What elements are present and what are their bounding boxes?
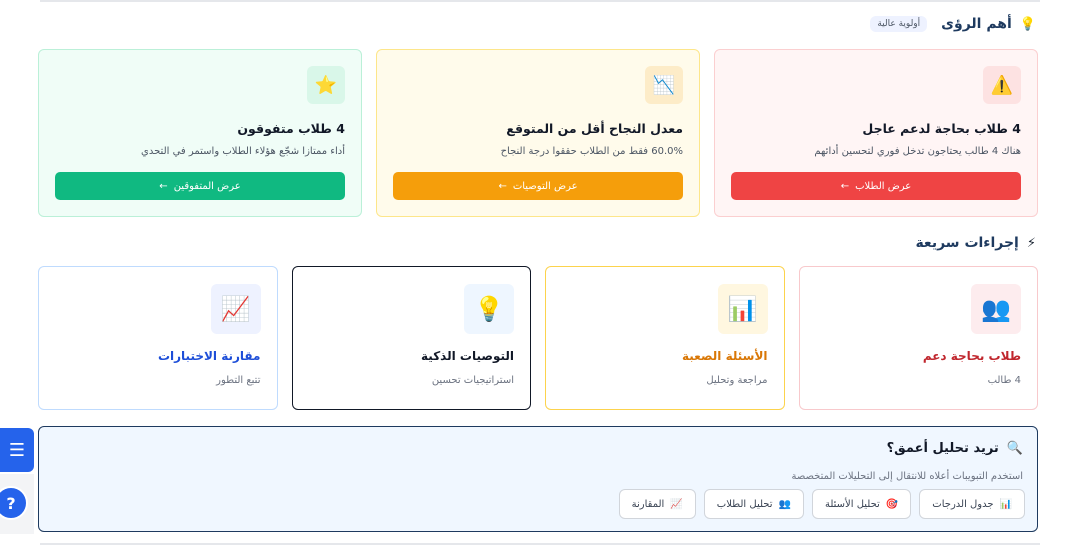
target-icon: 🎯 [885, 498, 899, 510]
menu-toggle-button[interactable]: ☰ [0, 428, 34, 472]
quick-action-hard-questions[interactable]: 📊 الأسئلة الصعبة مراجعة وتحليل [545, 266, 785, 410]
insights-grid: ⚠️ 4 طلاب بحاجة لدعم عاجل هناك 4 طالب يح… [38, 49, 1038, 217]
grades-table-button[interactable]: 📊 جدول الدرجات [919, 489, 1025, 519]
insight-title: معدل النجاح أقل من المتوقع [506, 121, 683, 136]
insight-title: 4 طلاب متفوقون [237, 121, 345, 136]
insight-desc: أداء ممتازا شجّع هؤلاء الطلاب واستمر في … [141, 146, 345, 157]
users-icon: 👥 [971, 284, 1021, 334]
questions-analysis-button[interactable]: 🎯 تحليل الأسئلة [811, 489, 912, 519]
quick-action-title: الأسئلة الصعبة [682, 349, 768, 363]
deeper-analysis-buttons: 📊 جدول الدرجات 🎯 تحليل الأسئلة 👥 تحليل ا… [618, 489, 1025, 519]
quick-action-sub: استراتيجيات تحسين [431, 375, 514, 386]
arrow-left-icon: ← [498, 180, 507, 192]
button-label: تحليل الأسئلة [824, 498, 880, 510]
lightning-icon: ⚡ [1026, 235, 1036, 251]
quick-action-students-support[interactable]: 👥 طلاب بحاجة دعم 4 طالب [798, 266, 1038, 410]
insight-desc: 60.0% فقط من الطلاب حققوا درجة النجاح [500, 146, 683, 157]
magnifier-icon: 🔍 [1006, 441, 1023, 456]
bottom-divider [40, 543, 1040, 545]
deeper-analysis-desc: استخدم التبويبات أعلاه للانتقال إلى التح… [791, 471, 1023, 482]
deeper-analysis-title: تريد تحليل أعمق؟ [886, 441, 999, 456]
quick-actions-title: إجراءات سريعة [915, 235, 1019, 251]
bar-chart-icon: 📊 [999, 498, 1012, 510]
quick-action-compare-tests[interactable]: 📈 مقارنة الاختبارات تتبع التطور [38, 266, 278, 410]
deeper-analysis-panel: 🔍 تريد تحليل أعمق؟ استخدم التبويبات أعلا… [38, 426, 1038, 532]
warning-icon: ⚠️ [983, 66, 1021, 104]
lightbulb-icon: 💡 [1019, 16, 1036, 32]
line-chart-icon: 📈 [670, 498, 683, 510]
top-divider [40, 0, 1040, 2]
arrow-left-icon: ← [840, 180, 850, 192]
question-icon: ? [6, 493, 16, 513]
button-label: المقارنة [631, 498, 665, 510]
users-icon: 👥 [778, 498, 791, 510]
quick-action-sub: مراجعة وتحليل [706, 375, 768, 386]
students-analysis-button[interactable]: 👥 تحليل الطلاب [703, 489, 804, 519]
quick-action-title: التوصيات الذكية [421, 349, 514, 363]
quick-action-title: مقارنة الاختبارات [157, 349, 261, 363]
insight-desc: هناك 4 طالب يحتاجون تدخل فوري لتحسين أدا… [814, 146, 1021, 157]
deeper-analysis-header: 🔍 تريد تحليل أعمق؟ [887, 441, 1023, 456]
button-label: عرض التوصيات [512, 180, 578, 192]
button-label: تحليل الطلاب [716, 498, 773, 510]
quick-action-sub: 4 طالب [987, 375, 1021, 386]
arrow-left-icon: ← [159, 180, 168, 192]
view-top-students-button[interactable]: عرض المتفوقين ← [55, 172, 345, 200]
chart-down-icon: 📉 [645, 66, 683, 104]
quick-action-sub: تتبع التطور [216, 375, 261, 386]
button-label: عرض الطلاب [855, 180, 912, 192]
insight-card-support: ⚠️ 4 طلاب بحاجة لدعم عاجل هناك 4 طالب يح… [714, 49, 1038, 217]
insight-card-success-rate: 📉 معدل النجاح أقل من المتوقع 60.0% فقط م… [376, 49, 700, 217]
insights-title: أهم الرؤى [941, 16, 1012, 32]
view-students-button[interactable]: عرض الطلاب ← [731, 172, 1021, 200]
hamburger-icon: ☰ [8, 439, 26, 461]
comparison-button[interactable]: 📈 المقارنة [618, 489, 696, 519]
button-label: عرض المتفوقين [173, 180, 241, 192]
line-chart-icon: 📈 [210, 284, 261, 334]
quick-actions-header: ⚡ إجراءات سريعة [915, 235, 1036, 251]
quick-actions-grid: 👥 طلاب بحاجة دعم 4 طالب 📊 الأسئلة الصعبة… [38, 266, 1038, 410]
priority-badge: أولوية عالية [870, 16, 928, 32]
star-icon: ⭐ [307, 66, 345, 104]
button-label: جدول الدرجات [932, 498, 994, 510]
lightbulb-icon: 💡 [464, 284, 514, 334]
bar-chart-icon: 📊 [717, 284, 768, 334]
insights-header: 💡 أهم الرؤى أولوية عالية [870, 16, 1036, 32]
quick-action-smart-recommendations[interactable]: 💡 التوصيات الذكية استراتيجيات تحسين [291, 266, 531, 410]
quick-action-title: طلاب بحاجة دعم [922, 349, 1021, 363]
insight-card-top-students: ⭐ 4 طلاب متفوقون أداء ممتازا شجّع هؤلاء … [38, 49, 362, 217]
view-recommendations-button[interactable]: عرض التوصيات ← [393, 172, 683, 200]
insight-title: 4 طلاب بحاجة لدعم عاجل [862, 121, 1021, 136]
